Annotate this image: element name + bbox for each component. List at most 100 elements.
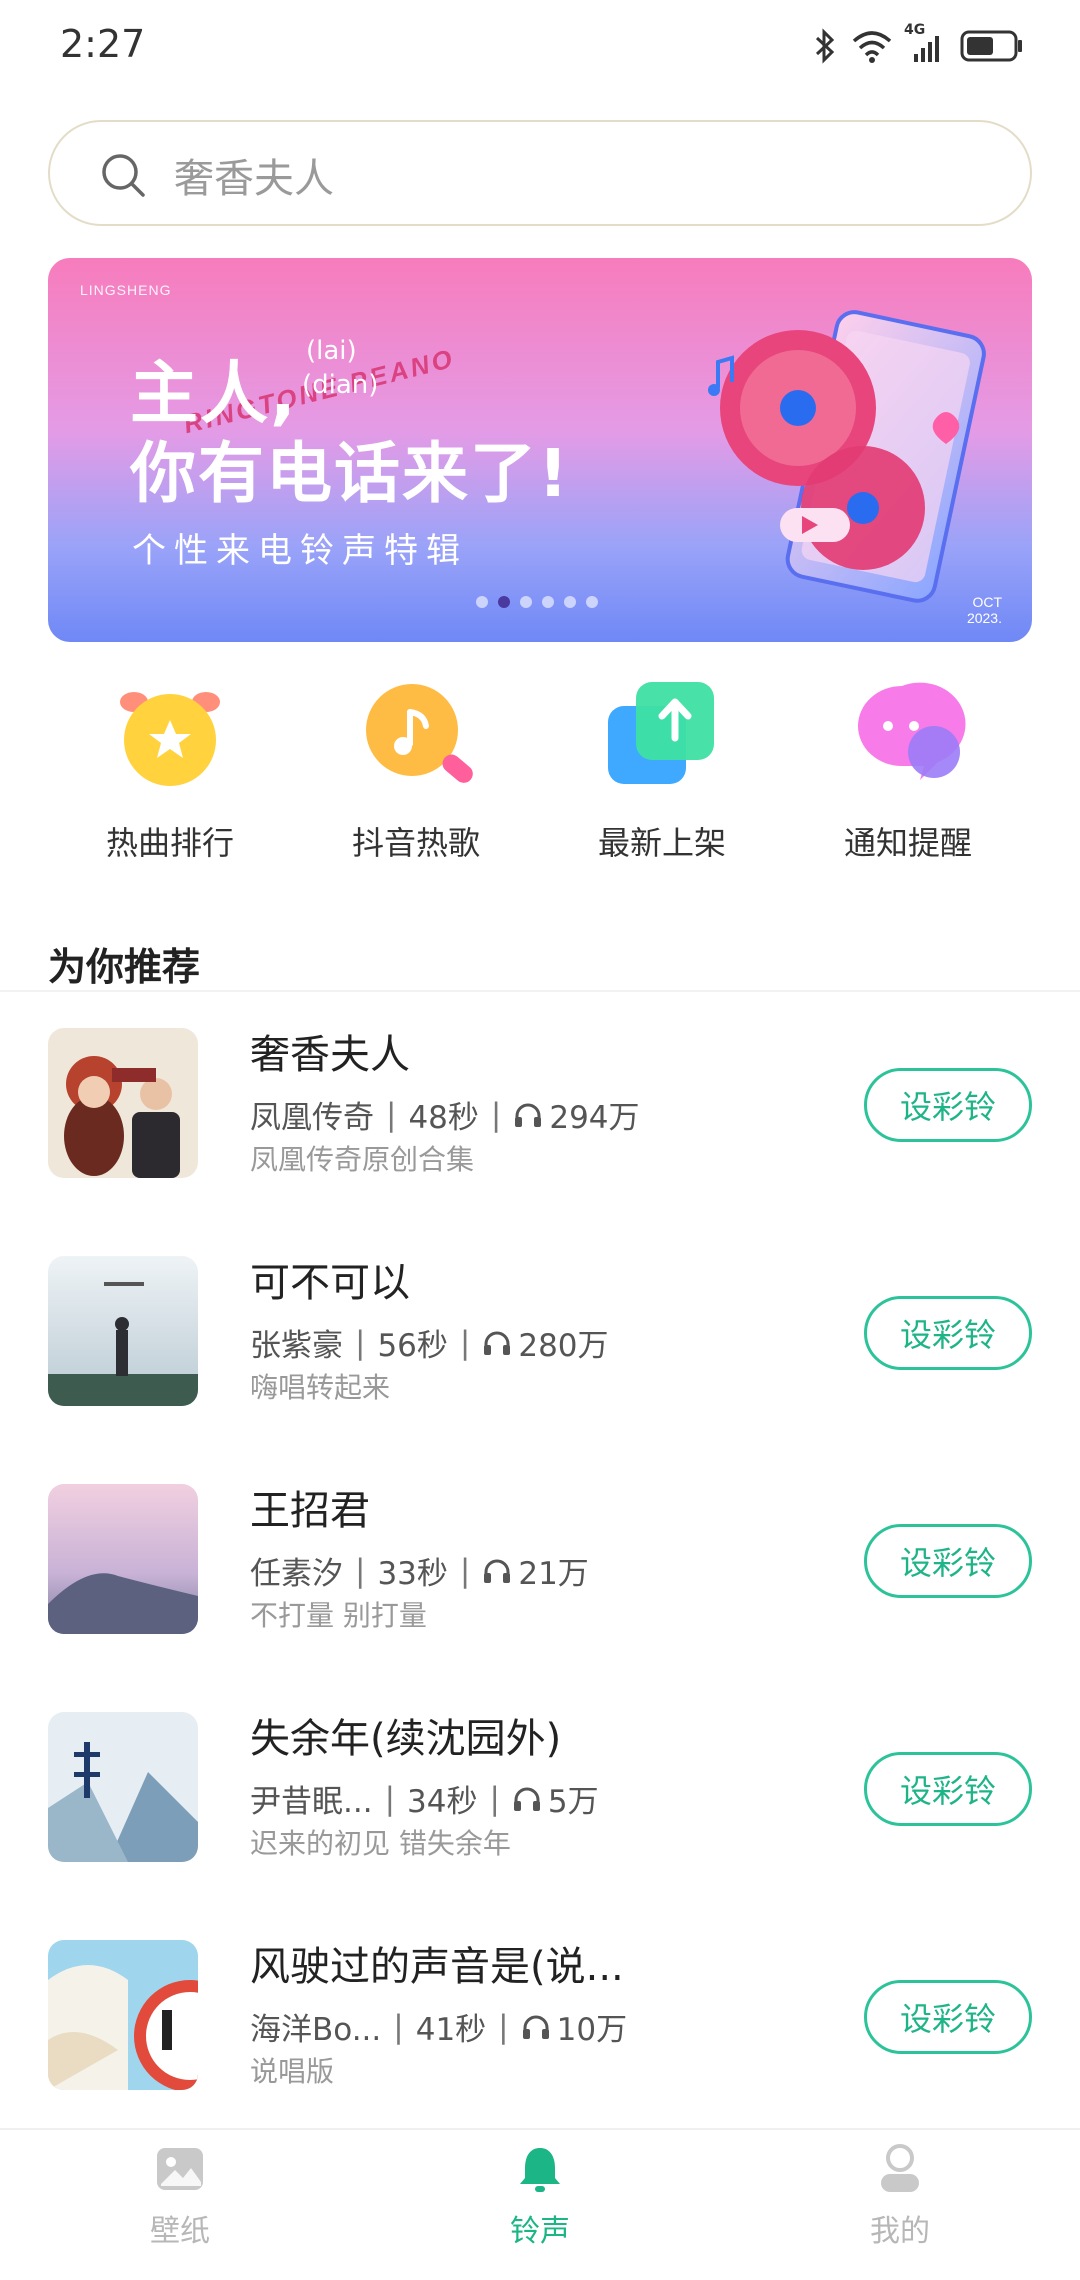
section-title: 为你推荐: [48, 945, 201, 989]
category-label: 最新上架: [597, 824, 726, 862]
nav-label: 壁纸: [150, 2214, 210, 2249]
banner-brand: LINGSHENG: [80, 282, 172, 298]
song-row[interactable]: 王招君 任素汐 | 33秒 | 21万 不打量 别打量 设彩铃: [0, 1456, 1080, 1684]
section-divider: [0, 990, 1080, 992]
song-duration: 33秒: [377, 1556, 448, 1592]
carousel-dot[interactable]: [564, 596, 576, 608]
nav-label: 铃声: [510, 2214, 570, 2249]
set-ringback-button[interactable]: 设彩铃: [864, 1068, 1032, 1142]
song-meta: 尹昔眠... | 34秒 | 5万: [250, 1776, 599, 1821]
nav-tab-ringtone[interactable]: 铃声: [440, 2142, 640, 2250]
status-time: 2:27: [60, 22, 146, 66]
upload-arrow-icon: [602, 676, 722, 796]
song-title: 奢香夫人: [250, 1032, 410, 1078]
status-bar: 2:27 4G: [0, 0, 1080, 92]
album-cover: [48, 1256, 198, 1406]
battery-icon: [960, 30, 1022, 62]
song-subtitle: 嗨唱转起来: [250, 1371, 391, 1404]
carousel-dot[interactable]: [520, 596, 532, 608]
song-row[interactable]: 风驶过的声音是(说... 海洋Bo... | 41秒 | 10万 说唱版 设彩铃: [0, 1912, 1080, 2140]
song-plays: 5万: [547, 1784, 599, 1820]
song-plays: 294万: [549, 1100, 640, 1136]
carousel-dots: [476, 596, 598, 608]
headphones-icon: [515, 1103, 542, 1127]
banner-annot-lai: (lai): [306, 336, 357, 366]
album-cover: [48, 1028, 198, 1178]
banner-date: OCT 2023.: [967, 594, 1002, 626]
category-new-arrivals[interactable]: 最新上架: [552, 676, 772, 864]
song-duration: 41秒: [415, 2012, 487, 2048]
search-icon: [102, 154, 145, 197]
song-duration: 48秒: [408, 1100, 479, 1136]
headphones-icon: [484, 1331, 511, 1355]
bottom-nav: 壁纸 铃声 我的: [0, 2128, 1080, 2280]
star-clock-icon: [110, 676, 230, 796]
banner-subtitle: 个性来电铃声特辑: [132, 531, 468, 571]
meta-separator: |: [384, 1780, 396, 1817]
banner-carousel[interactable]: LINGSHENG RINGTONE PEANO 主人, (lai) (dian…: [48, 258, 1032, 642]
carousel-dot[interactable]: [586, 596, 598, 608]
meta-separator: |: [459, 1324, 471, 1361]
album-cover: [48, 1484, 198, 1634]
song-artist: 海洋Bo...: [250, 2012, 382, 2048]
meta-separator: |: [490, 1096, 502, 1133]
song-subtitle: 不打量 别打量: [250, 1599, 427, 1632]
category-douyin-hits[interactable]: 抖音热歌: [306, 676, 526, 864]
set-ringback-button[interactable]: 设彩铃: [864, 1980, 1032, 2054]
song-subtitle: 说唱版: [250, 2055, 335, 2088]
music-note-icon: [356, 676, 476, 796]
meta-separator: |: [355, 1552, 366, 1589]
meta-separator: |: [386, 1096, 397, 1133]
song-meta: 任素汐 | 33秒 | 21万: [250, 1548, 589, 1593]
song-subtitle: 迟来的初见 错失余年: [250, 1827, 511, 1860]
song-duration: 56秒: [377, 1328, 448, 1364]
song-subtitle: 凤凰传奇原创合集: [250, 1143, 475, 1176]
cell-signal-icon: 4G: [904, 22, 944, 64]
song-row[interactable]: 奢香夫人 凤凰传奇 | 48秒 | 294万 凤凰传奇原创合集 设彩铃: [0, 1000, 1080, 1228]
category-hot-chart[interactable]: 热曲排行: [60, 676, 280, 864]
person-icon: [881, 2144, 919, 2192]
meta-separator: |: [489, 1780, 500, 1817]
carousel-dot[interactable]: [542, 596, 554, 608]
song-artist: 尹昔眠...: [250, 1784, 373, 1820]
status-icons: 4G: [814, 22, 1024, 66]
meta-separator: |: [355, 1324, 366, 1361]
category-label: 热曲排行: [105, 824, 234, 862]
album-cover: [48, 1940, 198, 2090]
chat-bubble-icon: [848, 676, 968, 796]
bluetooth-icon: [815, 28, 835, 64]
set-ringback-button[interactable]: 设彩铃: [864, 1752, 1032, 1826]
headphones-icon: [513, 1787, 540, 1811]
carousel-dot[interactable]: [476, 596, 488, 608]
song-artist: 凤凰传奇: [250, 1100, 374, 1136]
search-input[interactable]: 奢香夫人: [174, 146, 334, 204]
set-ringback-button[interactable]: 设彩铃: [864, 1524, 1032, 1598]
carousel-dot-active[interactable]: [498, 596, 510, 608]
category-notifications[interactable]: 通知提醒: [798, 676, 1018, 864]
song-row[interactable]: 可不可以 张紫豪 | 56秒 | 280万 嗨唱转起来 设彩铃: [0, 1228, 1080, 1456]
song-row[interactable]: 失余年(续沈园外) 尹昔眠... | 34秒 | 5万 迟来的初见 错失余年 设…: [0, 1684, 1080, 1912]
wifi-icon: [852, 31, 892, 63]
song-meta: 张紫豪 | 56秒 | 280万: [250, 1320, 609, 1365]
song-plays: 280万: [518, 1328, 609, 1364]
banner-title-line2: 你有电话来了!: [130, 435, 571, 512]
nav-label: 我的: [870, 2214, 930, 2249]
nav-tab-wallpaper[interactable]: 壁纸: [80, 2142, 280, 2250]
song-plays: 10万: [556, 2012, 628, 2048]
meta-separator: |: [459, 1552, 471, 1589]
category-label: 通知提醒: [843, 824, 972, 862]
search-bar[interactable]: 奢香夫人: [48, 120, 1032, 226]
song-artist: 张紫豪: [250, 1328, 343, 1364]
set-ringback-button[interactable]: 设彩铃: [864, 1296, 1032, 1370]
song-duration: 34秒: [407, 1784, 478, 1820]
song-meta: 凤凰传奇 | 48秒 | 294万: [250, 1092, 640, 1137]
banner-annot-dian: (dian): [302, 370, 379, 400]
banner-date-line1: OCT: [972, 594, 1002, 610]
nav-tab-mine[interactable]: 我的: [800, 2142, 1000, 2250]
image-icon: [157, 2148, 203, 2190]
song-title: 失余年(续沈园外): [250, 1716, 562, 1762]
song-artist: 任素汐: [250, 1556, 343, 1592]
category-label: 抖音热歌: [351, 824, 480, 862]
song-title: 可不可以: [250, 1260, 410, 1306]
banner-date-line2: 2023.: [966, 610, 1002, 626]
